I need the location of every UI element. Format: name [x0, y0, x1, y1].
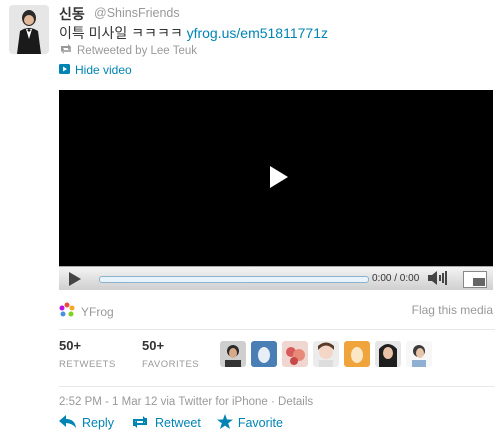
divider [59, 386, 495, 387]
reply-button[interactable]: Reply [59, 414, 114, 432]
hide-video-link[interactable]: Hide video [59, 63, 132, 77]
retweeter-avatar-default-egg[interactable] [344, 341, 370, 367]
retweeted-by: Retweeted by Lee Teuk [59, 44, 197, 57]
retweets-label: RETWEETS [59, 359, 116, 370]
retweeter-avatar-default-egg[interactable] [251, 341, 277, 367]
reply-label: Reply [82, 416, 114, 430]
tweet-timestamp[interactable]: 2:52 PM - 1 Mar 12 via Twitter for iPhon… [59, 396, 313, 408]
tweet-actions: Reply Retweet Favorite [59, 414, 283, 432]
play-overlay-icon[interactable] [269, 165, 289, 194]
flag-media-link[interactable]: Flag this media [412, 303, 493, 317]
volume-icon[interactable] [427, 270, 451, 291]
author-avatar[interactable] [9, 5, 49, 54]
tweet-link[interactable]: yfrog.us/em51811771z [187, 25, 328, 41]
divider [59, 329, 495, 330]
media-source-label: YFrog [81, 304, 114, 319]
favorites-label: FAVORITES [142, 359, 200, 370]
retweeter-avatar[interactable] [406, 341, 432, 367]
favorite-label: Favorite [237, 416, 283, 430]
retweets-count: 50+ [59, 338, 82, 353]
video-icon [59, 63, 70, 77]
favorites-count: 50+ [142, 338, 165, 353]
favorite-button[interactable]: Favorite [216, 414, 283, 432]
video-player[interactable] [59, 90, 493, 290]
star-icon [216, 414, 233, 432]
retweets-stat[interactable]: 50+ RETWEETS [59, 338, 116, 370]
yfrog-logo-icon [59, 302, 75, 321]
tweet-body: 이특 미사일 ㅋㅋㅋㅋ [59, 25, 183, 41]
play-button[interactable] [69, 272, 81, 291]
retweeter-avatar[interactable] [282, 341, 308, 367]
retweet-label: Retweet [154, 416, 201, 430]
retweet-icon [130, 415, 150, 432]
time-display: 0:00 / 0:00 [372, 273, 420, 284]
author-handle[interactable]: @ShinsFriends [94, 6, 180, 20]
progress-bar[interactable] [99, 276, 369, 283]
retweet-button[interactable]: Retweet [130, 414, 201, 432]
retweeter-avatar[interactable] [375, 341, 401, 367]
media-source-row: YFrog Flag this media [59, 300, 495, 320]
tweet-text: 이특 미사일 ㅋㅋㅋㅋ yfrog.us/em51811771z [59, 23, 328, 43]
hide-video-label: Hide video [75, 63, 132, 77]
fullscreen-button[interactable] [463, 271, 487, 288]
author-name[interactable]: 신동 [59, 4, 85, 24]
retweet-small-icon [59, 44, 73, 57]
media-source[interactable]: YFrog [59, 302, 114, 321]
video-controls: 0:00 / 0:00 [59, 266, 493, 290]
retweeted-by-label[interactable]: Retweeted by Lee Teuk [77, 45, 197, 57]
retweeter-avatar[interactable] [313, 341, 339, 367]
retweeter-avatar[interactable] [220, 341, 246, 367]
reply-icon [59, 414, 77, 432]
favorites-stat[interactable]: 50+ FAVORITES [142, 338, 199, 370]
retweeter-avatars [220, 341, 432, 367]
